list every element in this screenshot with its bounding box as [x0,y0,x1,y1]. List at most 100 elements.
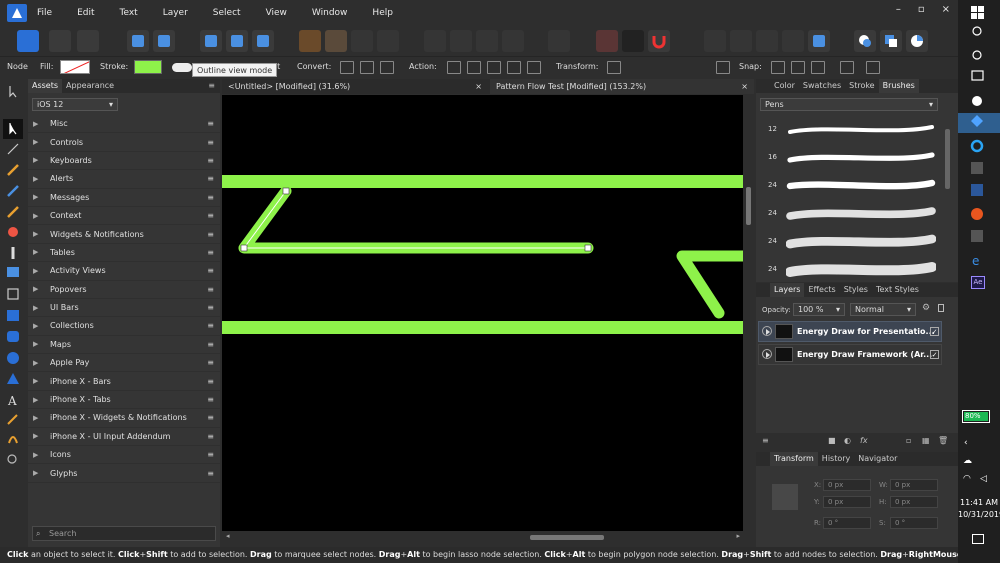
tab-stroke[interactable]: Stroke [845,79,879,93]
tab-appearance[interactable]: Appearance [62,79,118,93]
asset-category-row[interactable]: ▶ Messages ≡ [28,189,220,207]
asset-category-row[interactable]: ▶ iPhone X - Bars ≡ [28,372,220,391]
tab-history[interactable]: History [818,452,854,466]
category-menu-icon[interactable]: ≡ [207,413,214,422]
convert-smart-icon[interactable] [380,61,394,74]
align-center-icon[interactable] [450,30,472,52]
asset-category-row[interactable]: ▶ iPhone X - UI Input Addendum ≡ [28,428,220,447]
expand-arrow-icon[interactable]: ▶ [33,322,39,330]
category-menu-icon[interactable]: ≡ [207,119,214,128]
search-input[interactable]: ⌕ Search [32,526,216,541]
asset-category-row[interactable]: ▶ iPhone X - Widgets & Notifications ≡ [28,409,220,428]
asset-category-row[interactable]: ▶ Widgets & Notifications ≡ [28,225,220,244]
asset-category-row[interactable]: ▶ Glyphs ≡ [28,464,220,483]
affinity-logo-icon[interactable] [7,3,27,22]
brush-scroll-thumb[interactable] [945,129,950,189]
tab-text-styles[interactable]: Text Styles [872,283,923,297]
action-reverse-icon[interactable] [527,61,541,74]
menu-view[interactable]: View [266,8,287,18]
assistant-icon[interactable] [127,30,149,52]
y-field[interactable]: 0 px [823,496,871,508]
asset-set-dropdown[interactable]: iOS 12 [32,98,118,111]
tab-untitled-close-icon[interactable]: × [475,79,482,94]
expand-arrow-icon[interactable]: ▶ [33,359,39,367]
category-menu-icon[interactable]: ≡ [207,469,214,478]
close-button[interactable]: × [942,4,950,15]
arrange-back-icon[interactable] [299,30,321,52]
snapping-options-icon[interactable] [153,30,175,52]
notifications-icon[interactable] [972,534,984,544]
asset-category-row[interactable]: ▶ Context ≡ [28,207,220,226]
h-field[interactable]: 0 px [890,496,938,508]
action-join-icon[interactable] [507,61,521,74]
flip-icon[interactable] [548,30,570,52]
system-clock[interactable]: 11:41 AM 10/31/2019 [958,497,1000,521]
expand-arrow-icon[interactable]: ▶ [33,340,39,348]
category-menu-icon[interactable]: ≡ [207,211,214,220]
category-menu-icon[interactable]: ≡ [207,340,214,349]
expand-arrow-icon[interactable]: ▶ [33,285,39,293]
boolean-add-icon[interactable] [704,30,726,52]
fill-swatch[interactable] [60,60,90,74]
menu-text[interactable]: Text [120,8,138,18]
category-menu-icon[interactable]: ≡ [207,377,214,386]
menu-window[interactable]: Window [312,8,348,18]
brush-row[interactable]: 12 [756,116,946,143]
scroll-left-icon[interactable]: ◂ [226,532,230,540]
expand-arrow-icon[interactable]: ▶ [33,175,39,183]
insert-inside-icon[interactable] [854,30,876,52]
align-left-icon[interactable] [424,30,446,52]
brush-row[interactable]: 24 [756,200,946,227]
category-menu-icon[interactable]: ≡ [207,321,214,330]
asset-category-row[interactable]: ▶ Alerts ≡ [28,170,220,189]
snap-option-1-icon[interactable] [771,61,785,74]
brush-row[interactable]: 24 [756,228,946,255]
category-menu-icon[interactable]: ≡ [207,358,214,367]
layer-visibility-checkbox[interactable]: ✓ [930,327,939,336]
category-menu-icon[interactable]: ≡ [207,230,214,239]
asset-category-row[interactable]: ▶ Misc ≡ [28,115,220,134]
lock-icon[interactable] [938,304,944,312]
delete-layer-icon[interactable]: 🗑 [938,436,948,445]
add-layer-icon[interactable]: ▫ [906,436,911,445]
designer-persona-icon[interactable] [17,30,39,52]
tab-brushes[interactable]: Brushes [878,79,919,93]
layer-expand-icon[interactable] [762,326,772,336]
after-effects-icon[interactable]: Ae [971,276,985,289]
horizontal-scrollbar[interactable]: ◂ ▸ [222,531,754,544]
asset-category-row[interactable]: ▶ Activity Views ≡ [28,262,220,281]
transform-mode-icon[interactable] [200,30,222,52]
expand-arrow-icon[interactable]: ▶ [33,414,39,422]
transform-selection-icon[interactable] [716,61,730,74]
transform-nodes-icon[interactable] [607,61,621,74]
rotate-mode-icon[interactable] [252,30,274,52]
expand-arrow-icon[interactable]: ▶ [33,156,39,164]
expand-arrow-icon[interactable]: ▶ [33,267,39,275]
x-field[interactable]: 0 px [823,479,871,491]
w-field[interactable]: 0 px [890,479,938,491]
expand-arrow-icon[interactable]: ▶ [33,120,39,128]
asset-category-row[interactable]: ▶ iPhone X - Tabs ≡ [28,391,220,410]
category-menu-icon[interactable]: ≡ [207,395,214,404]
category-menu-icon[interactable]: ≡ [207,285,214,294]
align-middle-icon[interactable] [502,30,524,52]
pixel-icon[interactable] [622,30,644,52]
tab-pattern-flow-close-icon[interactable]: × [741,79,748,94]
layer-visibility-checkbox[interactable]: ✓ [930,350,939,359]
battery-indicator[interactable]: 80% [962,410,990,423]
snap-option-5-icon[interactable] [866,61,880,74]
expand-arrow-icon[interactable]: ▶ [33,451,39,459]
asset-category-row[interactable]: ▶ Icons ≡ [28,446,220,465]
shear-field[interactable]: 0 ° [890,517,938,529]
expand-arrow-icon[interactable]: ▶ [33,138,39,146]
menu-edit[interactable]: Edit [77,8,94,18]
category-menu-icon[interactable]: ≡ [207,266,214,275]
snap-option-2-icon[interactable] [791,61,805,74]
menu-help[interactable]: Help [372,8,393,18]
layer-row[interactable]: Energy Draw Framework (Ar... ✓ [758,344,942,365]
category-menu-icon[interactable]: ≡ [207,303,214,312]
canvas[interactable] [222,95,743,531]
boolean-subtract-icon[interactable] [730,30,752,52]
tab-swatches[interactable]: Swatches [799,79,845,93]
stroke-swatch[interactable] [134,60,162,74]
